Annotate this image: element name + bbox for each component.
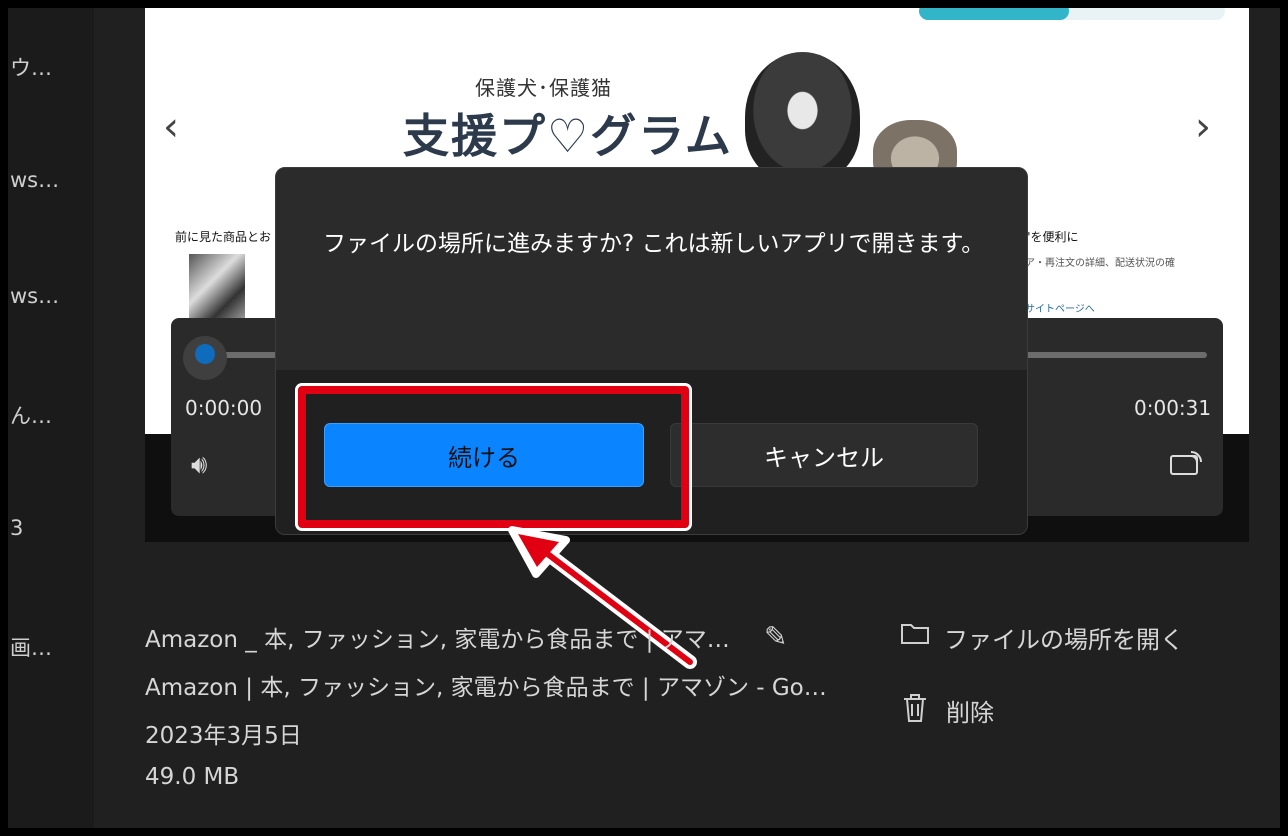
file-title: Amazon _ 本, ファッション, 家電から食品まで | アマ… [145,627,730,653]
trash-icon [901,692,929,731]
open-location-link[interactable]: ファイルの場所を開く [944,620,1184,655]
folder-icon [900,620,930,653]
pencil-icon[interactable]: ✎ [764,620,787,653]
file-size: 49.0 MB [145,764,240,790]
file-date: 2023年3月5日 [145,723,302,749]
annotation-arrow [508,526,697,669]
delete-link[interactable]: 削除 [946,693,994,728]
page-title: Amazon | 本, ファッション, 家電から食品まで | アマゾン - Go… [145,675,827,701]
